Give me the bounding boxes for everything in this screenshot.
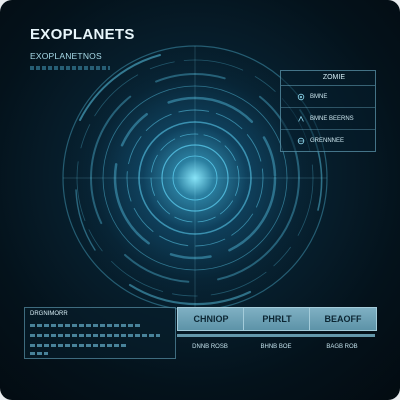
app-screen: EXOPLANETS EXOPLANETNOS ZOMIE BMNE BMNE …	[0, 0, 400, 400]
info-panel-text-line	[30, 352, 48, 355]
page-subtitle: EXOPLANETNOS	[30, 51, 102, 61]
status-panel-title: ZOMIE	[281, 71, 375, 86]
radar-arc	[79, 54, 161, 121]
button-divider	[243, 334, 309, 337]
info-panel-text-line	[30, 334, 160, 337]
action-button-chniop[interactable]: CHNIOP	[177, 307, 245, 331]
info-panel: DRGNIMORR	[24, 307, 176, 359]
status-panel-item-label: GRENNNEE	[310, 137, 345, 144]
button-caption: DNNB ROSB	[192, 344, 228, 350]
status-panel-item-label: BMNE	[310, 93, 328, 100]
button-divider	[309, 334, 375, 337]
subtitle-detail-line	[30, 66, 110, 70]
globe-icon	[297, 137, 305, 144]
info-panel-text-line	[30, 344, 128, 347]
info-panel-title: DRGNIMORR	[30, 311, 68, 317]
action-button-phrlt[interactable]: PHRLT	[243, 307, 311, 331]
signal-icon	[298, 115, 304, 122]
button-caption: BHNB BOE	[260, 344, 292, 350]
button-divider	[177, 334, 243, 337]
status-panel-item[interactable]: BMNE	[281, 86, 375, 108]
status-panel-item[interactable]: GRENNNEE	[281, 130, 375, 151]
info-panel-text-line	[30, 324, 142, 327]
orbit-icon	[297, 93, 305, 100]
button-caption: BAGB ROB	[326, 344, 358, 350]
action-button-beaoff[interactable]: BEAOFF	[309, 307, 377, 331]
status-panel-item[interactable]: BMNE BEERNS	[281, 108, 375, 130]
status-panel: ZOMIE BMNE BMNE BEERNS GRENNNEE	[280, 70, 376, 152]
page-title: EXOPLANETS	[30, 26, 135, 43]
status-panel-item-label: BMNE BEERNS	[310, 115, 354, 122]
